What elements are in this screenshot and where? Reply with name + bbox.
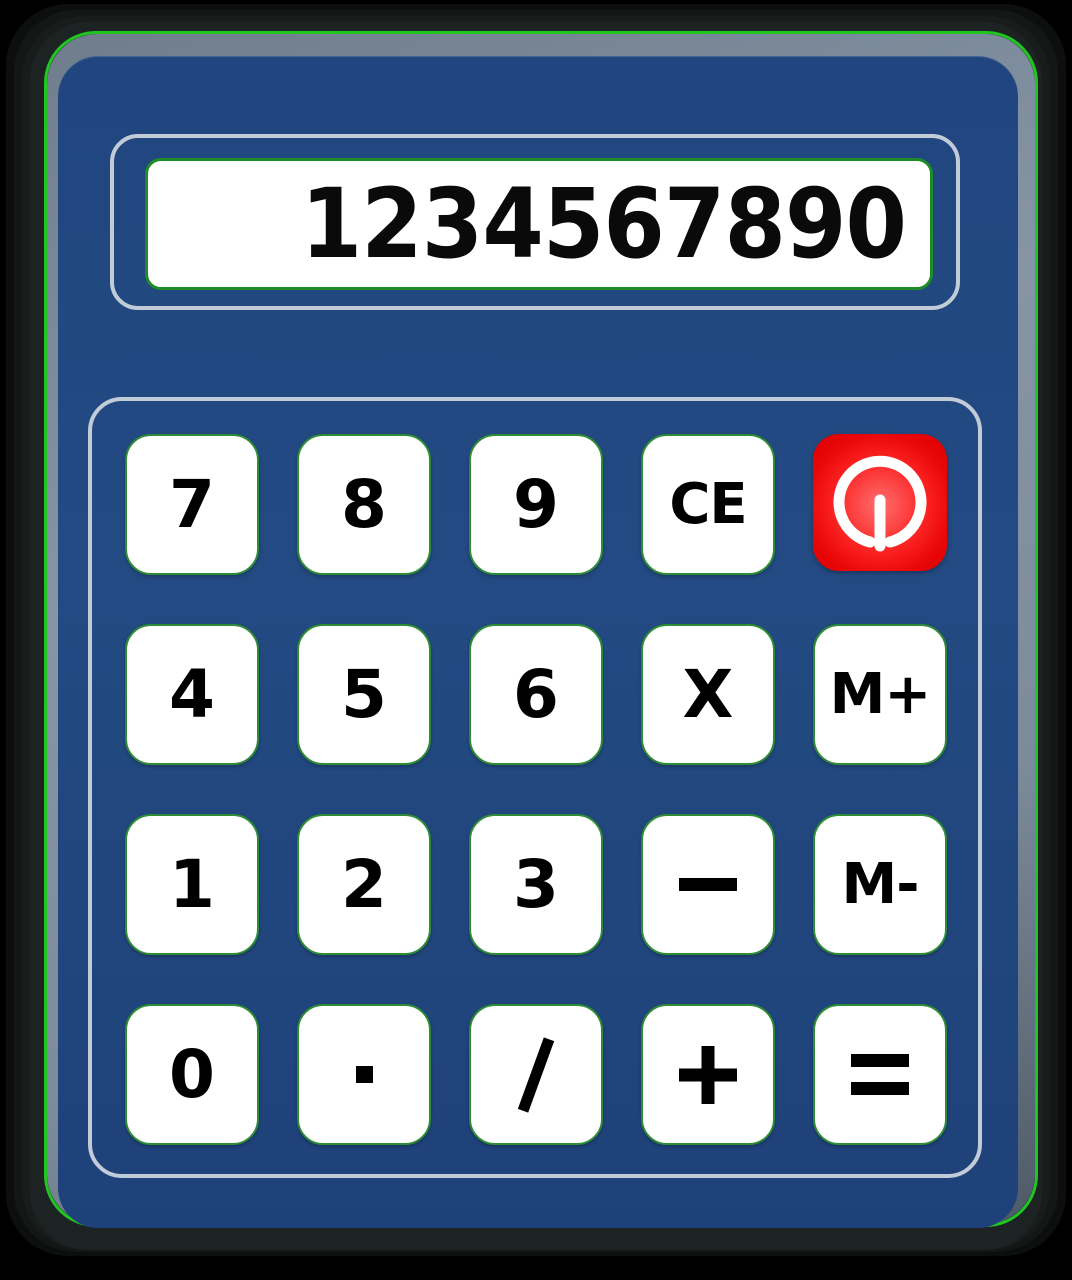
display-value: 1234567890 [300, 168, 907, 280]
key-clear-entry[interactable]: CE [641, 434, 775, 575]
key-8[interactable]: 8 [297, 434, 431, 575]
key-memory-add[interactable]: M+ [813, 624, 947, 765]
calculator-device: 1234567890 7 8 9 CE 4 5 6 X M+ 1 2 3 M- 0 [0, 0, 1072, 1280]
key-4[interactable]: 4 [125, 624, 259, 765]
key-1[interactable]: 1 [125, 814, 259, 955]
display-screen[interactable]: 1234567890 [145, 158, 933, 290]
key-2[interactable]: 2 [297, 814, 431, 955]
power-icon [833, 455, 927, 551]
key-equals[interactable] [813, 1004, 947, 1145]
key-multiply[interactable]: X [641, 624, 775, 765]
key-6[interactable]: 6 [469, 624, 603, 765]
key-memory-subtract[interactable]: M- [813, 814, 947, 955]
key-divide[interactable] [469, 1004, 603, 1145]
key-add[interactable] [641, 1004, 775, 1145]
key-9[interactable]: 9 [469, 434, 603, 575]
display-frame: 1234567890 [110, 134, 960, 310]
key-subtract[interactable] [641, 814, 775, 955]
key-power[interactable] [813, 434, 947, 571]
key-5[interactable]: 5 [297, 624, 431, 765]
keypad-grid: 7 8 9 CE 4 5 6 X M+ 1 2 3 M- 0 [125, 434, 949, 1146]
key-decimal[interactable] [297, 1004, 431, 1145]
keypad-frame: 7 8 9 CE 4 5 6 X M+ 1 2 3 M- 0 [88, 397, 982, 1178]
key-0[interactable]: 0 [125, 1004, 259, 1145]
key-3[interactable]: 3 [469, 814, 603, 955]
key-7[interactable]: 7 [125, 434, 259, 575]
